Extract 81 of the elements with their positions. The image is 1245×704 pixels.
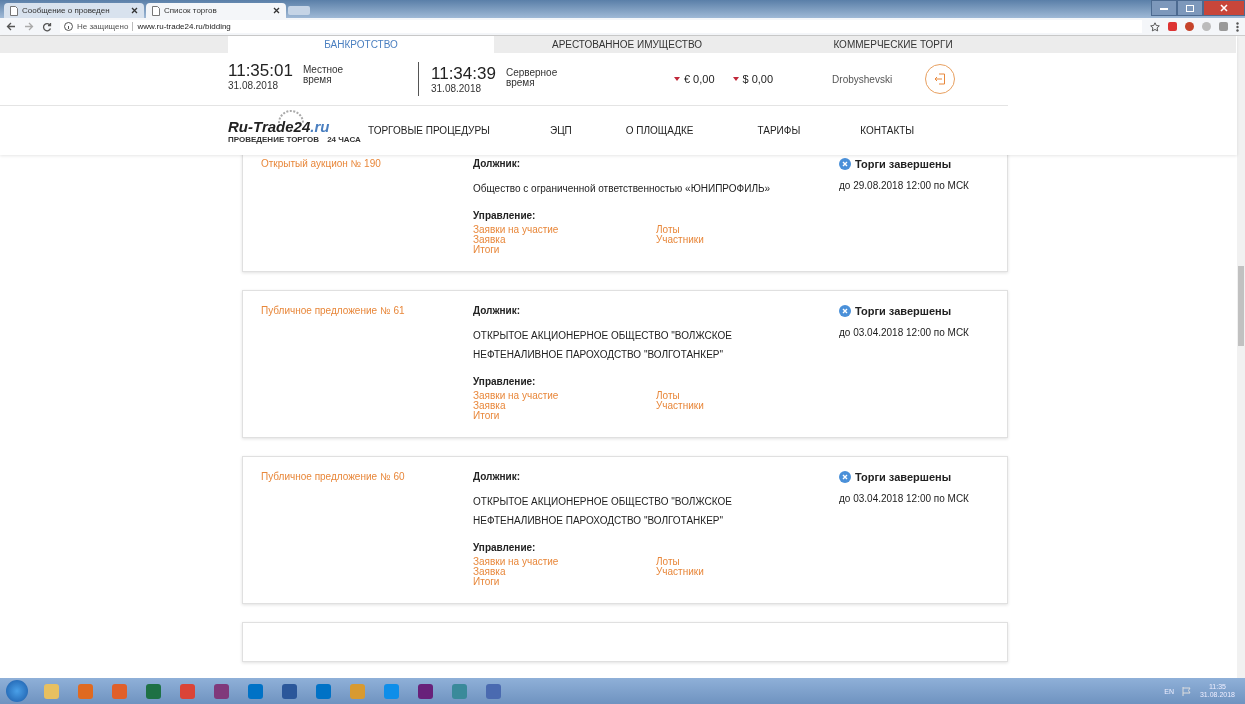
logout-button[interactable] (925, 64, 956, 94)
caret-icon (732, 77, 739, 81)
address-field[interactable]: Не защищено www.ru-trade24.ru/bidding (60, 20, 1142, 33)
debtor-name: ОТКРЫТОЕ АКЦИОНЕРНОЕ ОБЩЕСТВО "ВОЛЖСКОЕ НЕФТЕНАЛИВНОЕ ПАРОХОДСТВО "ВОЛГОТАНКЕР" (473, 495, 733, 528)
management-label: Управление: (473, 376, 537, 387)
minimize-button[interactable] (1151, 0, 1177, 16)
deadline-text: до 03.04.2018 12:00 по МСК (839, 327, 970, 338)
close-icon (1220, 4, 1228, 12)
auction-title-link[interactable]: Публичное предложение № 61 (261, 305, 473, 421)
section-tab[interactable]: БАНКРОТСТВО (228, 36, 494, 53)
close-button[interactable] (1203, 0, 1245, 16)
management-link[interactable]: Заявки на участие (473, 391, 656, 401)
info-icon (64, 22, 73, 31)
management-link[interactable]: Заявка (473, 235, 656, 245)
nav-link[interactable]: КОНТАКТЫ (860, 125, 915, 136)
clock-label: Серверное время (505, 67, 559, 88)
close-circle-icon (839, 471, 851, 483)
management-link[interactable]: Лоты (656, 391, 839, 401)
management-link[interactable]: Участники (656, 401, 839, 411)
clock-time: 11:34:39 (431, 64, 496, 83)
nav-link[interactable]: О ПЛОЩАДКЕ (625, 125, 694, 136)
maximize-button[interactable] (1177, 0, 1203, 16)
management-link[interactable]: Заявки на участие (473, 557, 656, 567)
management-link[interactable]: Участники (656, 567, 839, 577)
debtor-label: Должник: (473, 305, 522, 316)
management-link[interactable]: Лоты (656, 225, 839, 235)
debtor-name: ОТКРЫТОЕ АКЦИОНЕРНОЕ ОБЩЕСТВО "ВОЛЖСКОЕ НЕФТЕНАЛИВНОЕ ПАРОХОДСТВО "ВОЛГОТАНКЕР" (473, 329, 733, 362)
management-label: Управление: (473, 210, 537, 221)
auction-title-link[interactable]: Публичное предложение № 60 (261, 471, 473, 587)
page-icon (152, 5, 160, 16)
nav-link[interactable]: ТАРИФЫ (757, 125, 801, 136)
management-link[interactable]: Лоты (656, 557, 839, 567)
user-name[interactable]: Drobyshevski (807, 73, 918, 85)
section-tab[interactable]: АРЕСТОВАННОЕ ИМУЩЕСТВО (494, 36, 760, 53)
close-icon[interactable] (273, 7, 280, 14)
status-text: Торги завершены (855, 305, 952, 317)
clock-date: 31.08.2018 (228, 80, 280, 91)
section-tab[interactable]: КОММЕРЧЕСКИЕ ТОРГИ (760, 36, 1026, 53)
clock-time: 11:35:01 (228, 62, 293, 80)
browser-tab[interactable]: Список торгов (146, 3, 286, 18)
management-label: Управление: (473, 542, 537, 553)
flag-icon[interactable] (1181, 686, 1192, 696)
minimize-icon (1160, 6, 1168, 10)
management-link[interactable]: Заявка (473, 567, 656, 577)
auction-title-link[interactable]: Открытый аукцион № 190 (261, 158, 473, 255)
page-icon (10, 5, 18, 16)
management-link[interactable]: Участники (656, 235, 839, 245)
management-link[interactable]: Итоги (473, 577, 656, 587)
balance-amount: € 0,00 (683, 73, 715, 85)
browser-tab[interactable]: Сообщение о проведен (4, 3, 144, 18)
start-button[interactable] (6, 680, 28, 702)
close-circle-icon (839, 158, 851, 170)
scrollbar-thumb[interactable] (1238, 266, 1244, 346)
clock-label: Местное время (302, 65, 345, 85)
debtor-label: Должник: (473, 158, 522, 169)
site-logo[interactable]: Ru-Trade24.ru ПРОВЕДЕНИЕ ТОРГОВ 24 ЧАСА (228, 109, 368, 144)
nav-link[interactable]: ЭЦП (549, 125, 572, 136)
menu-icon[interactable] (1236, 21, 1239, 32)
status-text: Торги завершены (855, 158, 952, 170)
new-tab-button[interactable] (288, 6, 310, 15)
deadline-text: до 03.04.2018 12:00 по МСК (839, 493, 970, 504)
caret-icon (673, 77, 680, 81)
star-icon[interactable] (1150, 21, 1160, 32)
maximize-icon (1186, 4, 1194, 12)
nav-link[interactable]: ТОРГОВЫЕ ПРОЦЕДУРЫ (368, 125, 490, 136)
forward-icon[interactable] (24, 22, 34, 31)
balance-amount: $ 0,00 (742, 73, 774, 85)
clock-date: 31.08.2018 (431, 82, 483, 94)
management-link[interactable]: Заявка (473, 401, 656, 411)
debtor-name: Общество с ограниченной ответственностью «ЮНИПРОФИЛЬ» (473, 182, 772, 196)
logout-icon (934, 73, 947, 85)
reload-icon[interactable] (42, 21, 52, 32)
back-icon[interactable] (6, 22, 16, 31)
debtor-label: Должник: (473, 471, 522, 482)
management-link[interactable]: Итоги (473, 245, 656, 255)
management-link[interactable]: Заявки на участие (473, 225, 656, 235)
management-link[interactable]: Итоги (473, 411, 656, 421)
deadline-text: до 29.08.2018 12:00 по МСК (839, 180, 970, 191)
close-circle-icon (839, 305, 851, 317)
close-icon[interactable] (131, 7, 138, 14)
status-text: Торги завершены (855, 471, 952, 483)
